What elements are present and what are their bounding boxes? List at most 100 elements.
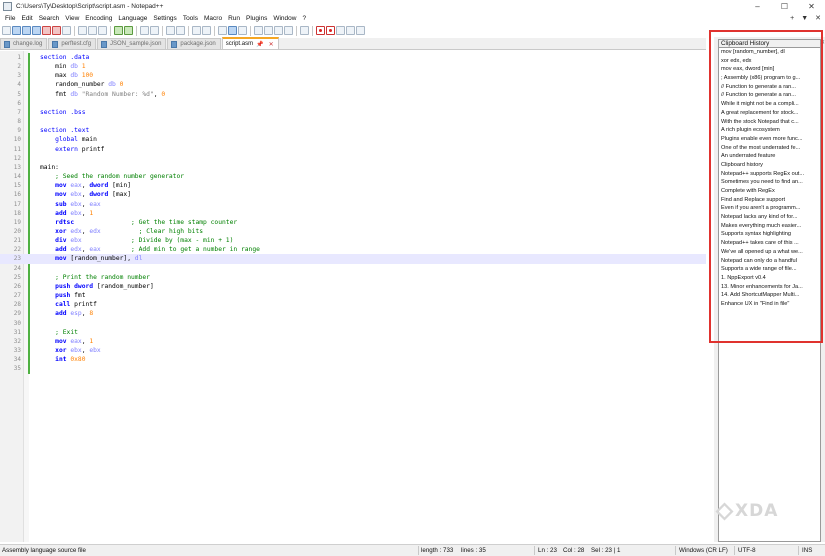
code-line[interactable]: 25 ; Print the random number bbox=[0, 273, 706, 282]
paste-icon[interactable] bbox=[98, 26, 107, 35]
zoom-out-icon[interactable] bbox=[176, 26, 185, 35]
menu-run[interactable]: Run bbox=[225, 15, 243, 22]
menu-tools[interactable]: Tools bbox=[180, 15, 201, 22]
menu-help[interactable]: ? bbox=[299, 15, 309, 22]
clipboard-history-item[interactable]: Find and Replace support bbox=[719, 196, 820, 205]
code-line[interactable]: 20 xor edx, edx ; Clear high bits bbox=[0, 227, 706, 236]
menu-settings[interactable]: Settings bbox=[150, 15, 180, 22]
clipboard-history-item[interactable]: Notepad++ supports RegEx out... bbox=[719, 170, 820, 179]
clipboard-history-item[interactable]: While it might not be a compli... bbox=[719, 100, 820, 109]
code-line[interactable]: 4 random_number db 0 bbox=[0, 80, 706, 89]
clipboard-history-item[interactable]: A rich plugin ecosystem bbox=[719, 126, 820, 135]
panel-close-icon[interactable]: ✕ bbox=[820, 39, 825, 46]
clipboard-history-item[interactable]: 1. NppExport v0.4 bbox=[719, 274, 820, 283]
code-line[interactable]: 28 call printf bbox=[0, 300, 706, 309]
minimize-button[interactable]: – bbox=[744, 0, 771, 12]
code-editor[interactable]: 1 section .data 2 min db 13 max db 100 4 ra… bbox=[0, 51, 706, 542]
new-tab-plus-icon[interactable]: + bbox=[790, 15, 794, 22]
clipboard-history-item[interactable]: Supports a wide range of file... bbox=[719, 265, 820, 274]
clipboard-history-item[interactable]: Even if you aren't a programm... bbox=[719, 204, 820, 213]
close-window-button[interactable]: ✕ bbox=[798, 0, 825, 12]
macro-play-icon[interactable] bbox=[336, 26, 345, 35]
code-line[interactable]: 16 mov ebx, dword [max] bbox=[0, 190, 706, 199]
code-line[interactable]: 29 add esp, 8 bbox=[0, 309, 706, 318]
menu-window[interactable]: Window bbox=[270, 15, 299, 22]
pin-icon[interactable]: 📌 bbox=[256, 41, 263, 48]
status-encoding[interactable]: UTF-8 bbox=[738, 547, 756, 554]
code-line[interactable]: 34 int 0x80 bbox=[0, 355, 706, 364]
code-line[interactable]: 22 add edx, eax ; Add min to get a numbe… bbox=[0, 245, 706, 254]
copy-icon[interactable] bbox=[88, 26, 97, 35]
code-line[interactable]: 32 mov eax, 1 bbox=[0, 337, 706, 346]
new-file-icon[interactable] bbox=[2, 26, 11, 35]
clipboard-history-item[interactable]: Clipboard history bbox=[719, 161, 820, 170]
word-wrap-icon[interactable] bbox=[218, 26, 227, 35]
menu-plugins[interactable]: Plugins bbox=[243, 15, 270, 22]
code-line[interactable]: 12 bbox=[0, 154, 706, 163]
folder-as-workspace-icon[interactable] bbox=[284, 26, 293, 35]
code-line[interactable]: 33 xor ebx, ebx bbox=[0, 346, 706, 355]
menu-search[interactable]: Search bbox=[36, 15, 63, 22]
save-all-icon[interactable] bbox=[32, 26, 41, 35]
macro-stop-icon[interactable] bbox=[326, 26, 335, 35]
cut-icon[interactable] bbox=[78, 26, 87, 35]
maximize-button[interactable]: ☐ bbox=[771, 0, 798, 12]
save-icon[interactable] bbox=[22, 26, 31, 35]
tab-change-log[interactable]: change.log bbox=[0, 38, 48, 49]
menu-view[interactable]: View bbox=[62, 15, 82, 22]
code-line[interactable]: 9 section .text bbox=[0, 126, 706, 135]
clipboard-history-item[interactable]: Complete with RegEx bbox=[719, 187, 820, 196]
code-line[interactable]: 8 bbox=[0, 117, 706, 126]
code-line[interactable]: 35 bbox=[0, 364, 706, 373]
code-line[interactable]: 18 add ebx, 1 bbox=[0, 209, 706, 218]
close-document-icon[interactable]: ✕ bbox=[815, 14, 821, 22]
clipboard-history-item[interactable]: Notepad can only do a handful bbox=[719, 257, 820, 266]
undo-icon[interactable] bbox=[114, 26, 123, 35]
menu-edit[interactable]: Edit bbox=[18, 15, 35, 22]
code-line[interactable]: 3 max db 100 bbox=[0, 71, 706, 80]
code-line[interactable]: 26 push dword [random_number] bbox=[0, 282, 706, 291]
clipboard-history-item[interactable]: Notepad lacks any kind of for... bbox=[719, 213, 820, 222]
zoom-in-icon[interactable] bbox=[166, 26, 175, 35]
clipboard-history-item[interactable]: With the stock Notepad that c... bbox=[719, 118, 820, 127]
user-defined-language-icon[interactable] bbox=[254, 26, 263, 35]
macro-record-icon[interactable] bbox=[316, 26, 325, 35]
code-line[interactable]: 21 div ebx ; Divide by (max - min + 1) bbox=[0, 236, 706, 245]
clipboard-history-item[interactable]: // Function to generate a ran... bbox=[719, 83, 820, 92]
menu-language[interactable]: Language bbox=[115, 15, 150, 22]
clipboard-history-item[interactable]: mov eax, dword [min] bbox=[719, 65, 820, 74]
code-line[interactable]: 15 mov eax, dword [min] bbox=[0, 181, 706, 190]
tab-package-json[interactable]: package.json bbox=[167, 38, 221, 49]
clipboard-history-item[interactable]: Makes everything much easier... bbox=[719, 222, 820, 231]
clipboard-history-item[interactable]: Supports syntax highlighting bbox=[719, 230, 820, 239]
clipboard-history-item[interactable]: mov [random_number], dl bbox=[719, 48, 820, 57]
monitoring-icon[interactable] bbox=[300, 26, 309, 35]
code-line[interactable]: 19 rdtsc ; Get the time stamp counter bbox=[0, 218, 706, 227]
menu-encoding[interactable]: Encoding bbox=[82, 15, 115, 22]
sync-horizontal-icon[interactable] bbox=[202, 26, 211, 35]
close-file-icon[interactable] bbox=[42, 26, 51, 35]
function-list-icon[interactable] bbox=[274, 26, 283, 35]
code-line[interactable]: 10 global main bbox=[0, 135, 706, 144]
macro-save-icon[interactable] bbox=[356, 26, 365, 35]
code-line[interactable]: 30 bbox=[0, 319, 706, 328]
clipboard-history-item[interactable]: An underrated feature bbox=[719, 152, 820, 161]
code-line[interactable]: 6 bbox=[0, 99, 706, 108]
close-tab-icon[interactable]: ✕ bbox=[269, 41, 274, 48]
clipboard-history-item[interactable]: Sometimes you need to find an... bbox=[719, 178, 820, 187]
replace-icon[interactable] bbox=[150, 26, 159, 35]
document-map-icon[interactable] bbox=[264, 26, 273, 35]
code-line[interactable]: 31 ; Exit bbox=[0, 328, 706, 337]
clipboard-history-item[interactable]: ; Assembly (x86) program to g... bbox=[719, 74, 820, 83]
indent-guide-icon[interactable] bbox=[238, 26, 247, 35]
clipboard-history-item[interactable]: // Function to generate a ran... bbox=[719, 91, 820, 100]
code-line[interactable]: 24 bbox=[0, 264, 706, 273]
clipboard-history-item[interactable]: 13. Minor enhancements for Ja... bbox=[719, 283, 820, 292]
code-line[interactable]: 27 push fmt bbox=[0, 291, 706, 300]
menu-macro[interactable]: Macro bbox=[201, 15, 225, 22]
tab-json-sample[interactable]: JSON_sample.json bbox=[97, 38, 167, 49]
print-icon[interactable] bbox=[62, 26, 71, 35]
code-line[interactable]: 1 section .data bbox=[0, 53, 706, 62]
code-line[interactable]: 14 ; Seed the random number generator bbox=[0, 172, 706, 181]
macro-run-multiple-icon[interactable] bbox=[346, 26, 355, 35]
